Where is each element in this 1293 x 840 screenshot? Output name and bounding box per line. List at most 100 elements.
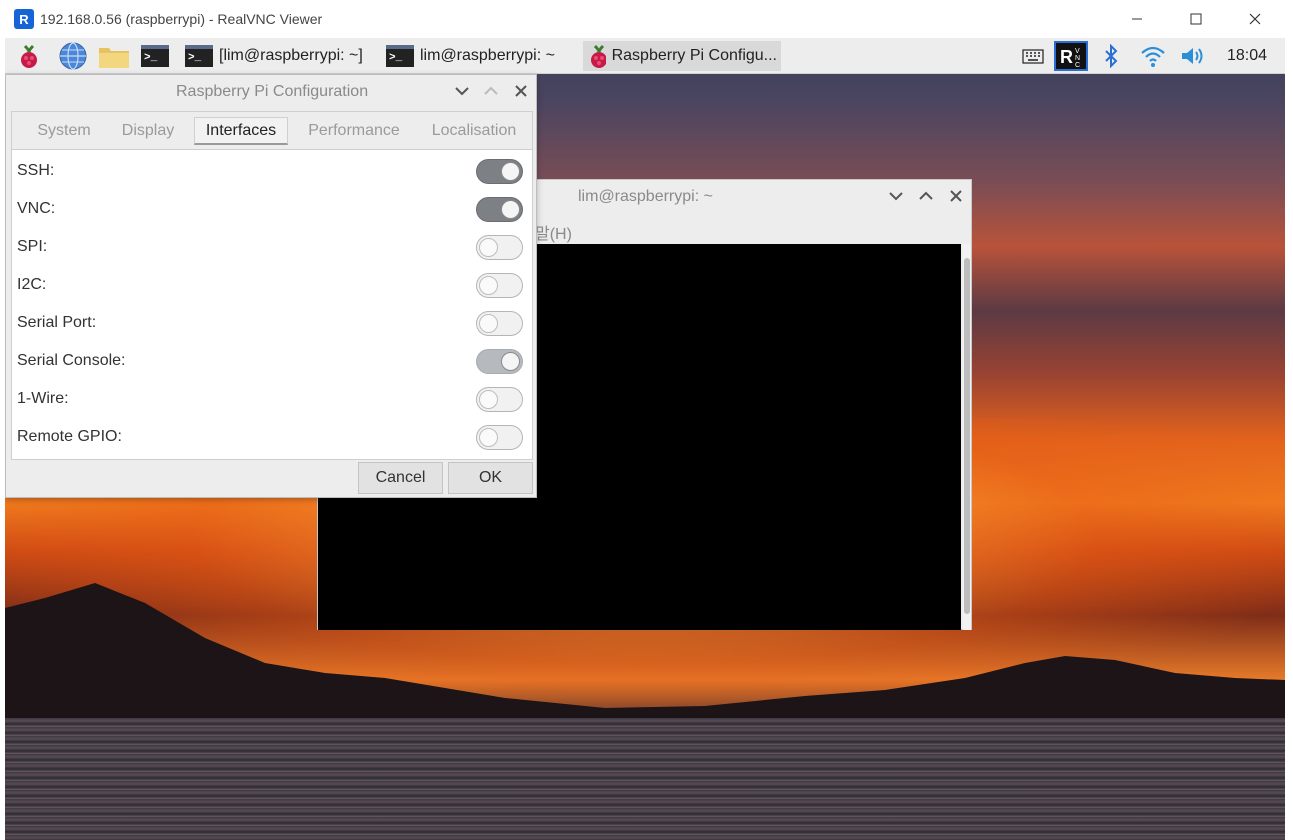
serial-console-toggle[interactable] <box>476 349 523 374</box>
setting-row-serial-console: Serial Console: <box>12 342 532 380</box>
bluetooth-tray-button[interactable] <box>1101 42 1121 70</box>
setting-label: SSH: <box>17 162 55 179</box>
ssh-toggle[interactable] <box>476 159 523 184</box>
toggle-knob <box>501 162 520 181</box>
tab-display[interactable]: Display <box>112 117 184 145</box>
serial-port-toggle[interactable] <box>476 311 523 336</box>
taskbar-task-config[interactable]: Raspberry Pi Configu... <box>583 41 781 71</box>
taskbar-task-terminal-2[interactable]: >_ lim@raspberrypi: ~ <box>382 41 578 71</box>
realvnc-icon: R V N C <box>1054 41 1088 71</box>
wallpaper-lake <box>5 718 1285 840</box>
chevron-down-icon <box>889 192 903 201</box>
setting-label: Serial Port: <box>17 314 97 331</box>
toggle-knob <box>479 314 498 333</box>
setting-label: Serial Console: <box>17 352 126 369</box>
toggle-knob <box>479 428 498 447</box>
clock[interactable]: 18:04 <box>1227 47 1267 65</box>
terminal-title: lim@raspberrypi: ~ <box>578 188 713 205</box>
chevron-up-icon <box>919 191 933 200</box>
setting-label: Remote GPIO: <box>17 428 122 445</box>
setting-row-1-wire: 1-Wire: <box>12 380 532 418</box>
raspberry-icon <box>591 44 606 68</box>
vnc-viewer-titlebar: R 192.168.0.56 (raspberrypi) - RealVNC V… <box>0 0 1293 38</box>
terminal-close-button[interactable] <box>944 184 968 208</box>
setting-row-remote-gpio: Remote GPIO: <box>12 418 532 456</box>
web-browser-button[interactable] <box>59 42 87 70</box>
ok-button[interactable]: OK <box>448 462 533 494</box>
tab-interfaces[interactable]: Interfaces <box>194 117 288 145</box>
svg-text:C: C <box>1075 62 1080 69</box>
setting-label: 1-Wire: <box>17 390 69 407</box>
terminal-icon: >_ <box>386 45 414 67</box>
web-browser-icon <box>59 42 87 70</box>
config-maximize-button[interactable] <box>479 79 503 103</box>
config-tabs: System Display Interfaces Performance Lo… <box>11 111 533 149</box>
toggle-knob <box>479 390 498 409</box>
config-titlebar[interactable]: Raspberry Pi Configuration <box>6 75 536 107</box>
terminal-icon: >_ <box>185 45 213 67</box>
file-manager-icon <box>99 48 129 68</box>
setting-label: I2C: <box>17 276 47 293</box>
scrollbar-thumb[interactable] <box>964 258 970 614</box>
setting-row-serial-port: Serial Port: <box>12 304 532 342</box>
remote-gpio-toggle[interactable] <box>476 425 523 450</box>
setting-row-spi: SPI: <box>12 228 532 266</box>
toggle-knob <box>479 276 498 295</box>
config-dialog: Raspberry Pi Configuration System Displa… <box>5 74 537 498</box>
terminal-scrollbar[interactable] <box>963 244 971 630</box>
task-label: lim@raspberrypi: ~ <box>420 47 555 64</box>
maximize-button[interactable] <box>1173 4 1219 34</box>
maximize-icon <box>1190 13 1202 25</box>
toggle-knob <box>501 352 520 371</box>
config-title: Raspberry Pi Configuration <box>176 83 369 100</box>
keyboard-icon <box>1022 49 1044 64</box>
setting-row-i2c: I2C: <box>12 266 532 304</box>
spi-toggle[interactable] <box>476 235 523 260</box>
tab-localisation[interactable]: Localisation <box>420 117 528 145</box>
interfaces-panel: SSH: VNC: SPI: I2C: Serial Port: Serial … <box>11 149 533 460</box>
volume-tray-button[interactable] <box>1178 42 1208 70</box>
minimize-icon <box>1132 18 1142 20</box>
wifi-icon <box>1141 46 1165 67</box>
setting-row-ssh: SSH: <box>12 152 532 190</box>
raspberry-menu-button[interactable] <box>15 43 43 69</box>
config-close-button[interactable] <box>509 79 533 103</box>
terminal-menu-help[interactable]: 말(H) <box>535 220 572 244</box>
realvnc-tray-button[interactable]: R V N C <box>1054 41 1088 71</box>
file-manager-button[interactable] <box>98 43 130 69</box>
toggle-knob <box>479 238 498 257</box>
setting-label: VNC: <box>17 200 56 217</box>
raspberry-menu-icon <box>21 44 37 68</box>
terminal-minimize-button[interactable] <box>884 184 908 208</box>
remote-desktop[interactable]: >_ >_ [lim@raspberrypi: ~] >_ lim@raspbe… <box>5 38 1285 840</box>
close-window-button[interactable] <box>1232 4 1278 34</box>
setting-label: SPI: <box>17 238 48 255</box>
setting-row-vnc: VNC: <box>12 190 532 228</box>
chevron-down-icon <box>455 87 469 96</box>
tab-performance[interactable]: Performance <box>298 117 410 145</box>
close-icon <box>1249 13 1261 25</box>
terminal-icon: >_ <box>141 45 169 67</box>
terminal-maximize-button[interactable] <box>914 184 938 208</box>
svg-text:N: N <box>1075 55 1080 62</box>
wifi-tray-button[interactable] <box>1139 42 1167 70</box>
toggle-knob <box>501 200 520 219</box>
window-title: 192.168.0.56 (raspberrypi) - RealVNC Vie… <box>40 11 323 27</box>
minimize-button[interactable] <box>1114 4 1160 34</box>
i2c-toggle[interactable] <box>476 273 523 298</box>
vnc-toggle[interactable] <box>476 197 523 222</box>
close-icon <box>515 85 527 97</box>
cancel-button[interactable]: Cancel <box>358 462 443 494</box>
taskbar-task-terminal-1[interactable]: >_ [lim@raspberrypi: ~] <box>181 41 377 71</box>
one-wire-toggle[interactable] <box>476 387 523 412</box>
close-icon <box>950 190 962 202</box>
keyboard-tray-button[interactable] <box>1021 42 1045 70</box>
config-minimize-button[interactable] <box>450 79 474 103</box>
tab-system[interactable]: System <box>26 117 102 145</box>
svg-text:V: V <box>1075 48 1080 55</box>
bluetooth-icon <box>1105 44 1118 68</box>
task-label: [lim@raspberrypi: ~] <box>219 47 363 64</box>
terminal-launcher-button[interactable]: >_ <box>138 43 172 69</box>
realvnc-logo-icon: R <box>14 9 34 29</box>
task-label: Raspberry Pi Configu... <box>611 47 777 64</box>
